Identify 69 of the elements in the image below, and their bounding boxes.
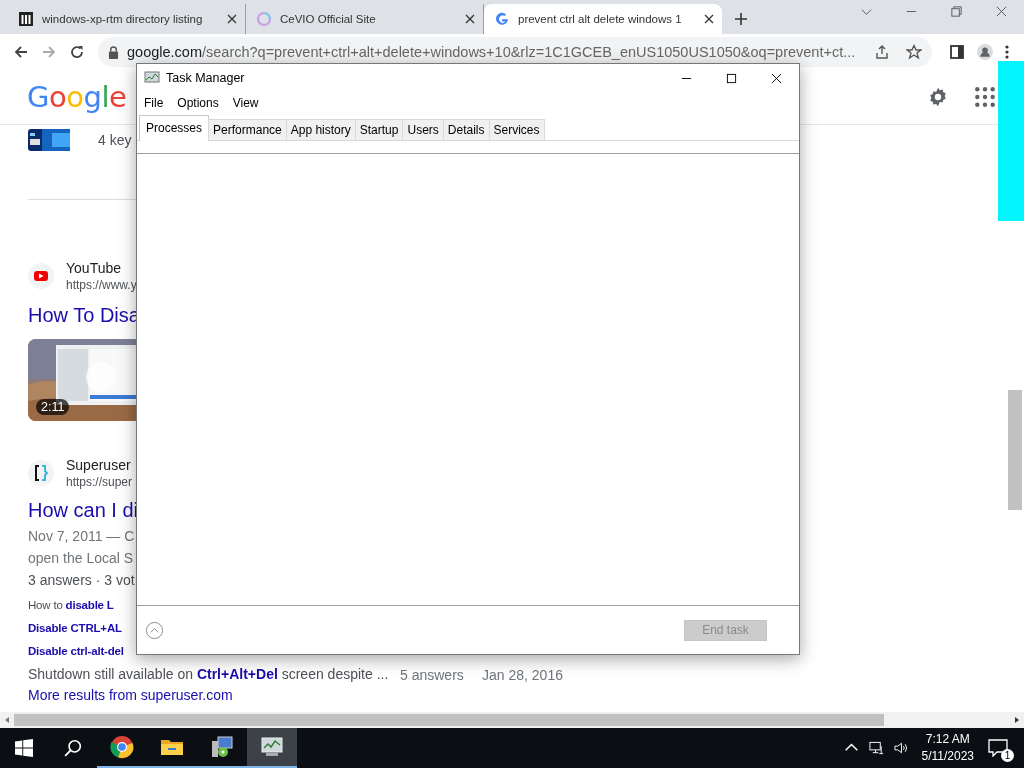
- related-question-link[interactable]: How to disable L: [28, 598, 114, 613]
- window-title: Task Manager: [166, 71, 245, 85]
- menu-icon[interactable]: [1005, 44, 1009, 60]
- scroll-left-icon[interactable]: [3, 716, 11, 724]
- question-date: Jan 28, 2016: [482, 666, 563, 683]
- video-duration: 2:11: [36, 399, 70, 415]
- monitor-chart-icon: [260, 735, 284, 759]
- clock[interactable]: 7:12 AM 5/11/2023: [921, 731, 974, 765]
- related-question-link[interactable]: Disable ctrl-alt-del: [28, 644, 124, 659]
- reload-icon[interactable]: [69, 44, 85, 60]
- restore-icon[interactable]: [950, 4, 963, 18]
- tab[interactable]: App history: [285, 119, 356, 140]
- logo[interactable]: Google: [27, 80, 127, 114]
- browser-tab[interactable]: prevent ctrl alt delete windows 1: [484, 4, 722, 34]
- answer-count: 5 answers: [400, 666, 465, 683]
- scrollbar-thumb[interactable]: [1008, 390, 1022, 510]
- apps-grid-icon[interactable]: [974, 86, 996, 108]
- maximize-icon[interactable]: [726, 72, 737, 84]
- notification-count: 1: [1001, 749, 1014, 762]
- close-icon[interactable]: [771, 72, 782, 84]
- more-results-link[interactable]: More results from superuser.com: [28, 687, 233, 703]
- ring-icon: [256, 11, 272, 27]
- settings-icon[interactable]: [927, 86, 949, 108]
- close-icon[interactable]: [465, 14, 475, 24]
- tab[interactable]: Startup: [354, 119, 404, 140]
- scrollbar-thumb[interactable]: [14, 714, 884, 726]
- notification-icon[interactable]: [988, 739, 1008, 757]
- tab[interactable]: Processes: [139, 115, 210, 141]
- lock-icon: [108, 45, 119, 59]
- scroll-right-icon[interactable]: [1013, 716, 1021, 724]
- tab[interactable]: Details: [442, 119, 490, 140]
- source-name: YouTube: [66, 260, 122, 276]
- result-meta: 3 answers · 3 vot: [28, 572, 135, 588]
- source-name: Superuser: [66, 457, 132, 473]
- related-question-link[interactable]: Shutdown still available on Ctrl+Alt+Del screen despite ...: [28, 665, 390, 684]
- side-panel-icon[interactable]: [949, 44, 965, 60]
- profile-icon[interactable]: [977, 44, 993, 60]
- network-icon[interactable]: [868, 741, 884, 755]
- menu-item[interactable]: Options: [177, 96, 219, 110]
- search-icon[interactable]: [64, 739, 82, 757]
- tab[interactable]: Services: [488, 119, 545, 140]
- new-tab-icon[interactable]: [734, 12, 748, 26]
- computer-disc-icon: [210, 735, 234, 759]
- tab[interactable]: Users: [402, 119, 444, 140]
- chrome-icon: [110, 735, 134, 759]
- share-icon[interactable]: [874, 44, 890, 60]
- play-logo-icon: [28, 263, 54, 289]
- taskbar-app[interactable]: [247, 728, 297, 768]
- menu-item[interactable]: View: [232, 96, 259, 110]
- volume-icon[interactable]: [893, 741, 909, 755]
- bracket-logo-icon: [28, 460, 54, 486]
- browser-tab[interactable]: windows-xp-rtm directory listing: [8, 4, 246, 34]
- result-date: Nov 7, 2011 — C: [28, 528, 135, 544]
- collapse-icon[interactable]: [145, 620, 164, 640]
- monitor-chart-icon: [144, 70, 160, 86]
- related-question-link[interactable]: Disable CTRL+AL: [28, 621, 122, 636]
- menu-item[interactable]: File: [144, 96, 164, 110]
- close-icon[interactable]: [227, 14, 237, 24]
- star-icon[interactable]: [906, 44, 922, 60]
- tab[interactable]: Performance: [208, 119, 287, 140]
- close-icon[interactable]: [704, 14, 714, 24]
- google-icon: [494, 11, 510, 27]
- back-icon[interactable]: [13, 44, 29, 60]
- start-icon[interactable]: [15, 739, 33, 757]
- library-icon: [18, 11, 34, 27]
- source-url: https://www.y: [66, 278, 137, 292]
- source-url: https://super: [66, 475, 133, 489]
- result-snippet: open the Local S: [28, 550, 134, 566]
- result-snippet: 4 key: [98, 132, 132, 148]
